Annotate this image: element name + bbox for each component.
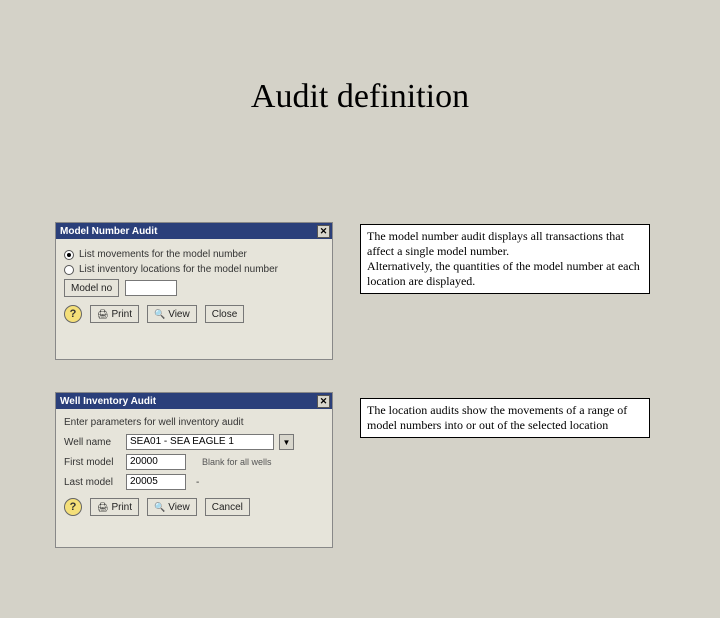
- close-icon[interactable]: ✕: [317, 395, 330, 408]
- annotation-location-audit: The location audits show the movements o…: [360, 398, 650, 438]
- view-label: View: [168, 309, 190, 320]
- print-label: Print: [111, 502, 132, 513]
- annotation-line: The location audits show the movements o…: [367, 403, 627, 432]
- annotation-line: The model number audit displays all tran…: [367, 229, 643, 259]
- well-inventory-audit-dialog: Well Inventory Audit ✕ Enter parameters …: [55, 392, 333, 548]
- slide-title: Audit definition: [0, 78, 720, 116]
- well-name-input[interactable]: SEA01 - SEA EAGLE 1: [126, 434, 274, 450]
- dialog2-intro: Enter parameters for well inventory audi…: [64, 417, 324, 428]
- radio-label: List movements for the model number: [79, 249, 247, 260]
- last-model-label: Last model: [64, 477, 120, 488]
- radio-icon: [64, 265, 74, 275]
- model-no-button[interactable]: Model no: [64, 279, 119, 297]
- magnifier-icon: 🔍: [154, 502, 165, 513]
- printer-icon: 🖨: [97, 309, 108, 320]
- chevron-down-icon[interactable]: ▼: [279, 434, 294, 450]
- help-icon[interactable]: ?: [64, 498, 82, 516]
- first-model-input[interactable]: 20000: [126, 454, 186, 470]
- model-number-audit-dialog: Model Number Audit ✕ List movements for …: [55, 222, 333, 360]
- close-icon[interactable]: ✕: [317, 225, 330, 238]
- last-model-input[interactable]: 20005: [126, 474, 186, 490]
- dialog2-titlebar[interactable]: Well Inventory Audit ✕: [56, 393, 332, 409]
- view-button[interactable]: 🔍 View: [147, 305, 197, 323]
- annotation-line: Alternatively, the quantities of the mod…: [367, 259, 643, 289]
- print-label: Print: [111, 309, 132, 320]
- dialog1-titlebar[interactable]: Model Number Audit ✕: [56, 223, 332, 239]
- dash-label: -: [196, 477, 199, 488]
- dialog1-title: Model Number Audit: [60, 226, 157, 237]
- close-button[interactable]: Close: [205, 305, 245, 323]
- magnifier-icon: 🔍: [154, 309, 165, 320]
- view-button[interactable]: 🔍 View: [147, 498, 197, 516]
- well-name-label: Well name: [64, 437, 120, 448]
- dialog2-title: Well Inventory Audit: [60, 396, 156, 407]
- blank-note: Blank for all wells: [202, 457, 272, 467]
- radio-label: List inventory locations for the model n…: [79, 264, 278, 275]
- print-button[interactable]: 🖨 Print: [90, 498, 139, 516]
- model-no-input[interactable]: [125, 280, 177, 296]
- help-icon[interactable]: ?: [64, 305, 82, 323]
- print-button[interactable]: 🖨 Print: [90, 305, 139, 323]
- printer-icon: 🖨: [97, 502, 108, 513]
- radio-icon: [64, 250, 74, 260]
- cancel-button[interactable]: Cancel: [205, 498, 250, 516]
- radio-list-movements[interactable]: List movements for the model number: [64, 249, 324, 260]
- view-label: View: [168, 502, 190, 513]
- radio-list-inventory-locations[interactable]: List inventory locations for the model n…: [64, 264, 324, 275]
- annotation-model-audit: The model number audit displays all tran…: [360, 224, 650, 294]
- first-model-label: First model: [64, 457, 120, 468]
